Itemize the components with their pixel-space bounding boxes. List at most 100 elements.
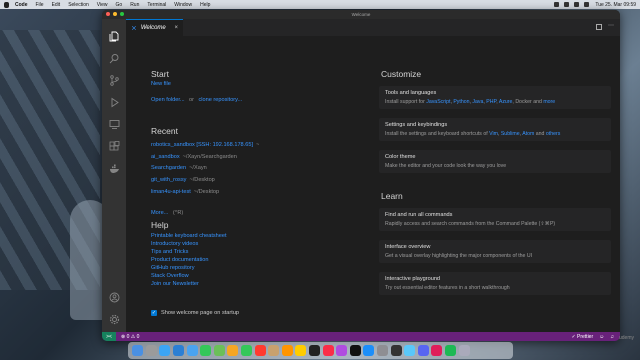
dock-mail-icon[interactable] (186, 345, 198, 356)
notifications-icon[interactable]: ♫ (610, 334, 614, 340)
dock-messages-icon[interactable] (200, 345, 212, 356)
close-window-button[interactable] (106, 12, 110, 16)
feedback-icon[interactable]: ☺ (599, 334, 604, 340)
show-on-startup-label[interactable]: Show welcome page on startup (161, 310, 239, 316)
extensions-icon[interactable] (108, 140, 120, 152)
run-debug-icon[interactable] (108, 96, 120, 108)
menu-view[interactable]: View (97, 2, 108, 8)
docker-icon[interactable] (108, 162, 120, 174)
remote-indicator[interactable]: >< (102, 332, 116, 341)
link-more[interactable]: more (543, 99, 555, 105)
menu-help[interactable]: Help (200, 2, 210, 8)
recent-item-link[interactable]: robotics_sandbox [SSH: 192.168.178.65] (151, 142, 253, 148)
menu-clock[interactable]: Tue 25. Mar 09:59 (595, 2, 636, 8)
help-heading: Help (151, 220, 169, 230)
dock-launchpad-icon[interactable] (145, 345, 157, 356)
recent-item-link[interactable]: ai_sandbox (151, 154, 180, 160)
dock-podcasts-icon[interactable] (336, 345, 348, 356)
dock-maps-icon[interactable] (213, 345, 225, 356)
battery-icon[interactable] (564, 2, 570, 7)
menu-edit[interactable]: Edit (52, 2, 61, 8)
dock-contacts-icon[interactable] (268, 345, 280, 356)
wifi-icon[interactable] (554, 2, 560, 7)
link-atom[interactable]: Atom (522, 131, 534, 137)
menu-go[interactable]: Go (116, 2, 123, 8)
menu-run[interactable]: Run (130, 2, 139, 8)
minimize-window-button[interactable] (113, 12, 117, 16)
window-titlebar[interactable]: Welcome (102, 10, 620, 19)
dock-appstore-icon[interactable] (363, 345, 375, 356)
menu-window[interactable]: Window (174, 2, 192, 8)
prettier-status[interactable]: ✓ Prettier (571, 334, 593, 340)
help-link-introductory-videos[interactable]: Introductory videos (151, 240, 227, 248)
card-color-theme[interactable]: Color theme Make the editor and your cod… (379, 150, 611, 173)
link-javascript[interactable]: JavaScript (426, 99, 450, 105)
link-docker[interactable]: Docker (515, 99, 531, 105)
search-icon[interactable] (574, 2, 580, 7)
tab-welcome[interactable]: ⨯ Welcome × (126, 19, 183, 36)
more-actions-icon[interactable]: ⋯ (608, 22, 614, 29)
tab-close-icon[interactable]: × (174, 25, 178, 31)
source-control-icon[interactable] (108, 74, 120, 86)
link-others[interactable]: others (546, 131, 560, 137)
clone-repository-link[interactable]: clone repository... (198, 97, 242, 103)
help-link-keyboard-cheatsheet[interactable]: Printable keyboard cheatsheet (151, 232, 227, 240)
zoom-window-button[interactable] (120, 12, 124, 16)
menu-file[interactable]: File (36, 2, 44, 8)
dock-discord-icon[interactable] (417, 345, 429, 356)
link-php[interactable]: PHP (486, 99, 496, 105)
card-interface-overview[interactable]: Interface overview Get a visual overlay … (379, 240, 611, 263)
dock-terminal-icon[interactable] (390, 345, 402, 356)
new-file-link[interactable]: New file (151, 80, 171, 88)
help-link-github-repository[interactable]: GitHub repository (151, 264, 227, 272)
card-settings-and-keybindings[interactable]: Settings and keybindings Install the set… (379, 118, 611, 141)
card-interactive-playground[interactable]: Interactive playground Try out essential… (379, 272, 611, 295)
problems-indicator[interactable]: ⊗ 0 ⚠ 0 (121, 334, 139, 340)
dock-tv-icon[interactable] (309, 345, 321, 356)
dock-reminders-icon[interactable] (281, 345, 293, 356)
account-icon[interactable] (108, 291, 120, 303)
menu-app-name[interactable]: Code (15, 2, 28, 8)
recent-more-link[interactable]: More... (151, 210, 168, 216)
search-icon[interactable] (108, 52, 120, 64)
control-center-icon[interactable] (584, 2, 590, 7)
link-azure[interactable]: Azure (499, 99, 513, 105)
link-vim[interactable]: Vim (489, 131, 498, 137)
show-on-startup-checkbox[interactable]: ✓ (151, 310, 157, 316)
link-python[interactable]: Python (453, 99, 469, 105)
dock-photos-icon[interactable] (227, 345, 239, 356)
dock-calendar-icon[interactable] (254, 345, 266, 356)
menu-selection[interactable]: Selection (68, 2, 89, 8)
link-java[interactable]: Java (472, 99, 483, 105)
dock-slack-icon[interactable] (431, 345, 443, 356)
card-find-and-run-commands[interactable]: Find and run all commands Rapidly access… (379, 208, 611, 231)
recent-item-link[interactable]: Searchgarden (151, 165, 186, 171)
dock-spotify-icon[interactable] (444, 345, 456, 356)
dock-notes-icon[interactable] (295, 345, 307, 356)
help-link-newsletter[interactable]: Join our Newsletter (151, 280, 227, 288)
apple-logo-icon[interactable] (4, 1, 9, 8)
remote-explorer-icon[interactable] (108, 118, 120, 130)
menu-terminal[interactable]: Terminal (147, 2, 166, 8)
card-tools-and-languages[interactable]: Tools and languages Install support for … (379, 86, 611, 109)
link-sublime[interactable]: Sublime (501, 131, 520, 137)
recent-item-link[interactable]: liman4u-api-test (151, 189, 191, 195)
dock-vscode-icon[interactable] (173, 345, 185, 356)
explorer-icon[interactable] (108, 30, 120, 42)
recent-item-link[interactable]: git_with_rossy (151, 177, 186, 183)
dock-safari-icon[interactable] (159, 345, 171, 356)
help-link-tips-and-tricks[interactable]: Tips and Tricks (151, 248, 227, 256)
open-folder-link[interactable]: Open folder... (151, 97, 185, 103)
split-editor-icon[interactable] (596, 24, 602, 30)
dock-music-icon[interactable] (322, 345, 334, 356)
dock-settings-icon[interactable] (376, 345, 388, 356)
dock-finder-icon[interactable] (132, 345, 144, 356)
help-link-stack-overflow[interactable]: Stack Overflow (151, 272, 227, 280)
help-link-product-documentation[interactable]: Product documentation (151, 256, 227, 264)
recent-heading: Recent (151, 126, 178, 136)
dock-preview-icon[interactable] (404, 345, 416, 356)
dock-facetime-icon[interactable] (241, 345, 253, 356)
dock-appletv-icon[interactable] (349, 345, 361, 356)
gear-icon[interactable] (108, 313, 120, 325)
dock-trash-icon[interactable] (458, 345, 470, 356)
